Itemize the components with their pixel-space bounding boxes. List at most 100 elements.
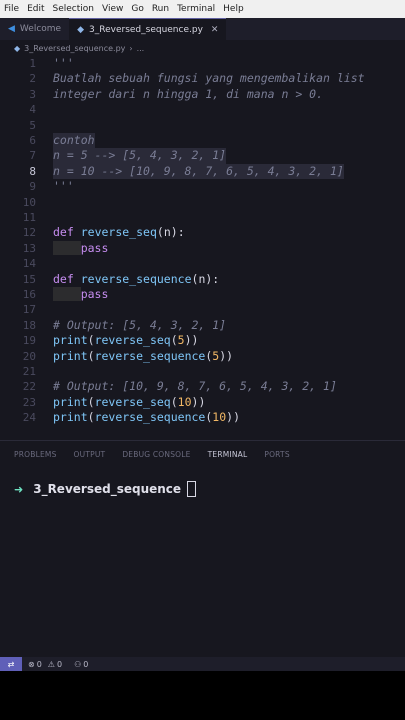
- line-number: 3: [29, 87, 36, 101]
- menu-file[interactable]: File: [0, 0, 23, 18]
- code-line: 16 pass: [0, 287, 405, 302]
- breadcrumb: ◆ 3_Reversed_sequence.py › ...: [0, 40, 405, 56]
- line-number: 5: [29, 118, 36, 132]
- keyword: pass: [80, 240, 109, 255]
- code-line: 7 n = 5 --> [5, 4, 3, 2, 1]: [0, 148, 405, 164]
- line-number: 8: [29, 164, 36, 178]
- code-line: 17: [0, 302, 405, 317]
- line-number: 13: [22, 241, 36, 255]
- code-line-current: 8 n = 10 --> [10, 9, 8, 7, 6, 5, 4, 3, 2,…: [0, 163, 405, 180]
- line-number: 16: [22, 288, 36, 301]
- function-name: print: [53, 348, 88, 363]
- panel-tabs: PROBLEMS OUTPUT DEBUG CONSOLE TERMINAL P…: [0, 441, 405, 467]
- black-area: [0, 671, 405, 720]
- line-number: 17: [22, 303, 36, 317]
- line-number: 15: [22, 272, 36, 286]
- code-line: 18 # Output: [5, 4, 3, 2, 1]: [0, 318, 405, 333]
- menu-bar: File Edit Selection View Go Run Terminal…: [0, 0, 405, 18]
- code-line: 6 contoh: [0, 133, 405, 149]
- code-line: 4: [0, 102, 405, 117]
- line-number: 1: [29, 57, 36, 70]
- close-icon[interactable]: ✕: [211, 25, 219, 35]
- function-name: reverse_seq: [94, 394, 171, 409]
- line-number: 2: [29, 72, 36, 86]
- warning-icon[interactable]: ⚠: [48, 660, 55, 669]
- line-number: 21: [22, 365, 36, 378]
- tab-label: Welcome: [19, 24, 62, 34]
- code-line: 3 integer dari n hingga 1, di mana n > 0.: [0, 87, 405, 102]
- code-text: # Output: [5, 4, 3, 2, 1]: [53, 317, 227, 332]
- line-number: 12: [22, 226, 36, 240]
- keyword: pass: [80, 287, 109, 301]
- line-number: 19: [22, 334, 36, 348]
- tab-debug-console[interactable]: DEBUG CONSOLE: [122, 450, 190, 459]
- error-icon[interactable]: ⊗: [28, 660, 35, 669]
- tab-problems[interactable]: PROBLEMS: [14, 450, 57, 459]
- code-text: Buatlah sebuah fungsi yang mengembalikan…: [53, 71, 365, 86]
- tab-label: 3_Reversed_sequence.py: [89, 24, 203, 35]
- number: 5: [212, 348, 220, 363]
- code-line: 9 ''': [0, 179, 405, 194]
- remote-icon[interactable]: ⇄: [0, 657, 22, 671]
- line-number: 24: [22, 411, 36, 425]
- parameter: n: [163, 225, 171, 240]
- vscode-icon: ◀: [8, 24, 15, 34]
- keyword: def: [53, 271, 74, 286]
- function-name: reverse_seq: [94, 333, 171, 348]
- function-name: print: [53, 410, 88, 425]
- code-line: 2 Buatlah sebuah fungsi yang mengembalika…: [0, 71, 405, 86]
- warning-count[interactable]: 0: [57, 660, 62, 669]
- menu-run[interactable]: Run: [148, 0, 173, 18]
- tab-ports[interactable]: PORTS: [264, 450, 289, 459]
- tab-terminal[interactable]: TERMINAL: [208, 450, 248, 459]
- function-name: reverse_sequence: [94, 348, 206, 363]
- terminal-cursor: [187, 481, 197, 497]
- terminal-prompt: 3_Reversed_sequence: [33, 482, 182, 496]
- line-number: 4: [29, 103, 36, 117]
- tab-welcome[interactable]: ◀ Welcome: [0, 18, 69, 40]
- number: 5: [177, 333, 185, 348]
- keyword: def: [53, 225, 74, 240]
- line-number: 18: [22, 318, 36, 332]
- code-text: ''': [53, 179, 74, 194]
- code-line: 21: [0, 364, 405, 379]
- line-number: 23: [22, 395, 36, 409]
- code-editor[interactable]: 1 ''' 2 Buatlah sebuah fungsi yang mengemb…: [0, 56, 405, 440]
- menu-selection[interactable]: Selection: [49, 0, 98, 18]
- code-line: 15 def reverse_sequence(n):: [0, 272, 405, 287]
- code-text: integer dari n hingga 1, di mana n > 0.: [53, 86, 324, 101]
- line-number: 20: [22, 349, 36, 363]
- prompt-arrow-icon: ➜: [14, 482, 24, 496]
- indent-guide: [53, 240, 81, 255]
- menu-help[interactable]: Help: [219, 0, 248, 18]
- function-name: reverse_seq: [80, 225, 157, 240]
- tab-output[interactable]: OUTPUT: [74, 450, 106, 459]
- menu-terminal[interactable]: Terminal: [173, 0, 219, 18]
- error-count[interactable]: 0: [37, 660, 42, 669]
- line-number: 6: [29, 134, 36, 147]
- status-bar: ⇄ ⊗ 0 ⚠ 0 ⚇ 0: [0, 657, 405, 671]
- function-name: reverse_sequence: [80, 271, 192, 286]
- menu-view[interactable]: View: [98, 0, 127, 18]
- breadcrumb-rest[interactable]: ...: [137, 44, 145, 53]
- indent-guide: [53, 287, 81, 301]
- chevron-right-icon: ›: [129, 43, 133, 53]
- ports-icon[interactable]: ⚇: [74, 660, 81, 669]
- tab-reversed-sequence[interactable]: ◆ 3_Reversed_sequence.py ✕: [69, 18, 227, 40]
- ports-count[interactable]: 0: [83, 660, 88, 669]
- breadcrumb-file[interactable]: 3_Reversed_sequence.py: [24, 44, 125, 53]
- code-line: 19 print(reverse_seq(5)): [0, 333, 405, 348]
- line-number: 7: [29, 149, 36, 163]
- line-number: 9: [29, 180, 36, 194]
- terminal[interactable]: ➜ 3_Reversed_sequence: [14, 481, 197, 497]
- menu-go[interactable]: Go: [127, 0, 147, 18]
- code-text: # Output: [10, 9, 8, 7, 6, 5, 4, 3, 2, 1…: [53, 379, 337, 394]
- code-line: 11: [0, 210, 405, 225]
- line-number: 11: [22, 211, 36, 224]
- number: 10: [177, 394, 192, 409]
- code-text: contoh: [53, 133, 95, 149]
- python-file-icon: ◆: [77, 24, 85, 35]
- code-text: n = 10 --> [10, 9, 8, 7, 6, 5, 4, 3, 2, …: [53, 163, 344, 180]
- code-text: ''': [53, 56, 74, 70]
- menu-edit[interactable]: Edit: [23, 0, 48, 18]
